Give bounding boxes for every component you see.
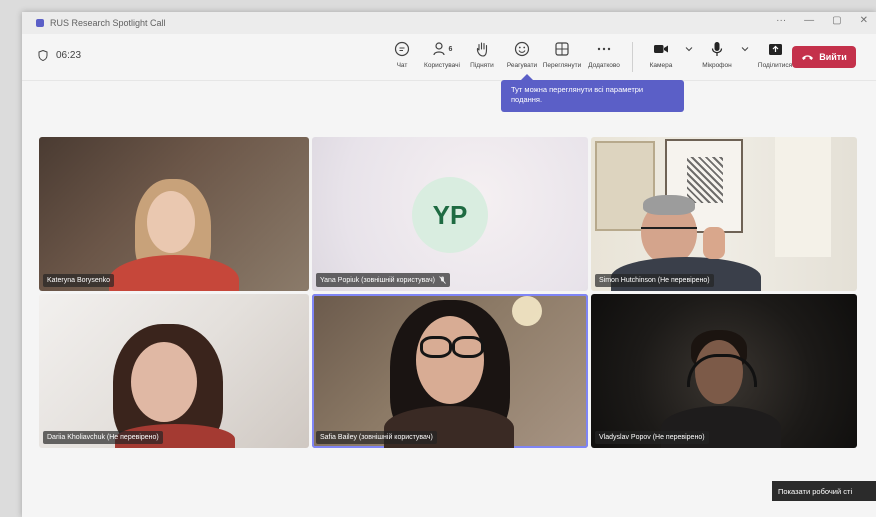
chat-button[interactable]: Чат — [382, 38, 422, 69]
raise-hand-button[interactable]: Підняти — [462, 38, 502, 69]
people-label: Користувачі — [424, 62, 460, 69]
avatar-initials: YP — [432, 199, 468, 230]
participant-name: Yana Popiuk (зовнішній користувач) — [320, 276, 435, 284]
minimize-button[interactable]: — — [804, 15, 814, 26]
people-button[interactable]: 6 Користувачі — [422, 38, 462, 69]
mic-muted-icon — [439, 276, 446, 284]
chevron-down-icon — [741, 47, 749, 52]
leave-button[interactable]: Вийти — [792, 46, 856, 68]
participant-name: Vladyslav Popov (Не перевірено) — [595, 431, 709, 444]
video-tile-yana[interactable]: YP Yana Popiuk (зовнішній користувач) — [312, 137, 588, 291]
phone-hangup-icon — [802, 55, 814, 60]
video-tile-dariia[interactable]: Dariia Kholiavchuk (Не перевірено) — [39, 294, 309, 448]
people-icon — [432, 42, 445, 56]
participant-name: Simon Hutchinson (Не перевірено) — [595, 274, 714, 287]
chat-label: Чат — [396, 62, 408, 69]
meeting-tools: Чат 6 Користувачі Підняти Реагувати Пере… — [382, 38, 799, 72]
share-icon — [768, 43, 782, 55]
camera-button[interactable]: Камера — [639, 38, 683, 69]
react-icon — [514, 41, 530, 57]
view-options-tooltip: Тут можна переглянути всі параметри пода… — [501, 74, 684, 112]
leave-label: Вийти — [819, 52, 847, 62]
title-bar: RUS Research Spotlight Call ··· — ▢ ✕ — [22, 12, 876, 34]
more-button[interactable]: Додатково — [582, 38, 626, 69]
maximize-button[interactable]: ▢ — [832, 15, 841, 26]
video-tile-vladyslav[interactable]: Vladyslav Popov (Не перевірено) — [591, 294, 857, 448]
window-controls: ··· — ▢ ✕ — [776, 15, 868, 26]
react-button[interactable]: Реагувати — [502, 38, 542, 69]
chat-icon — [394, 41, 410, 57]
share-label: Поділитися — [757, 62, 793, 69]
video-tile-safia[interactable]: Safia Bailey (зовнішній користувач) — [312, 294, 588, 448]
meeting-timer: 06:23 — [38, 50, 81, 61]
avatar: YP — [412, 177, 488, 253]
teams-window: RUS Research Spotlight Call ··· — ▢ ✕ 06… — [22, 12, 876, 517]
shield-icon — [38, 50, 48, 61]
camera-icon — [654, 45, 668, 53]
mic-icon — [711, 42, 723, 56]
meeting-toolbar: 06:23 Чат 6 Користувачі Підняти Реагуват… — [22, 34, 876, 81]
view-label: Переглянути — [542, 62, 582, 69]
people-count-badge: 6 — [448, 45, 453, 53]
chevron-down-icon — [685, 47, 693, 52]
close-button[interactable]: ✕ — [860, 15, 868, 26]
view-button[interactable]: Переглянути — [542, 38, 582, 69]
participant-name-tag: Yana Popiuk (зовнішній користувач) — [316, 273, 450, 287]
video-tile-kateryna[interactable]: Kateryna Borysenko — [39, 137, 309, 291]
mic-button[interactable]: Мікрофон — [695, 38, 739, 69]
participant-name: Safia Bailey (зовнішній користувач) — [316, 431, 437, 444]
raise-hand-icon — [476, 42, 488, 57]
raise-hand-label: Підняти — [470, 62, 494, 69]
timer-text: 06:23 — [56, 50, 82, 61]
camera-label: Камера — [649, 62, 673, 69]
participant-name: Dariia Kholiavchuk (Не перевірено) — [43, 431, 163, 444]
participant-name: Kateryna Borysenko — [43, 274, 115, 287]
mic-options-button[interactable] — [739, 38, 751, 60]
share-desktop-tooltip: Показати робочий сті — [772, 481, 876, 501]
teams-app-icon — [36, 19, 44, 27]
more-label: Додатково — [588, 62, 620, 69]
window-title: RUS Research Spotlight Call — [50, 18, 166, 28]
window-more-button[interactable]: ··· — [776, 15, 786, 26]
toolbar-separator — [632, 42, 633, 72]
view-icon — [555, 42, 569, 56]
more-icon — [597, 47, 611, 51]
camera-options-button[interactable] — [683, 38, 695, 60]
video-tile-simon[interactable]: Simon Hutchinson (Не перевірено) — [591, 137, 857, 291]
mic-label: Мікрофон — [702, 62, 732, 69]
react-label: Реагувати — [506, 62, 538, 69]
